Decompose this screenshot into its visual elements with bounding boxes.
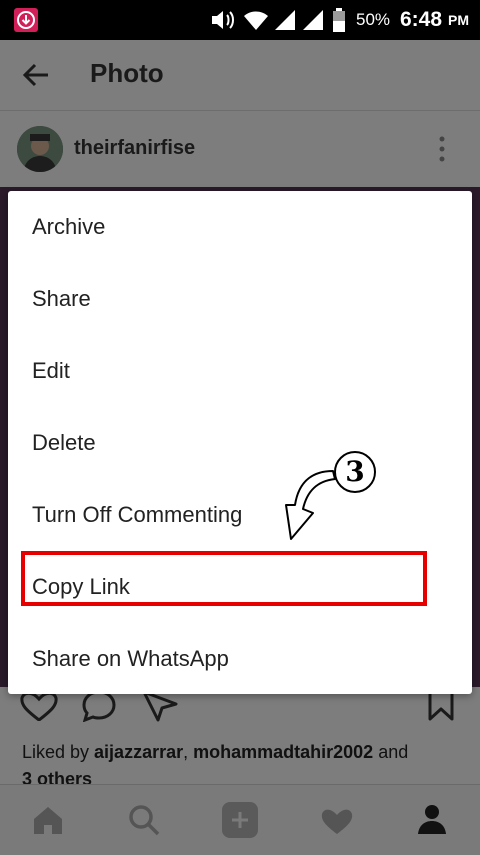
download-notification-icon <box>14 8 38 32</box>
comment-icon[interactable] <box>82 690 116 722</box>
send-icon[interactable] <box>142 690 178 722</box>
app-header: Photo <box>0 40 480 111</box>
status-bar: 50% 6:48 PM <box>0 0 480 40</box>
menu-item-share-on-whatsapp[interactable]: Share on WhatsApp <box>32 646 229 672</box>
post-actions: Liked by aijazzarrar, mohammadtahir2002 … <box>0 687 480 789</box>
home-icon[interactable] <box>32 805 64 835</box>
menu-item-delete[interactable]: Delete <box>32 430 96 456</box>
battery-percent: 50% <box>356 10 391 29</box>
liked-and: and <box>373 742 409 762</box>
back-arrow-icon[interactable] <box>22 62 50 88</box>
post-header: theirfanirfise <box>0 111 480 187</box>
menu-item-archive[interactable]: Archive <box>32 214 105 240</box>
copy-link-highlight-box <box>21 551 427 606</box>
liked-separator: , <box>183 742 194 762</box>
bottom-navigation <box>0 784 480 855</box>
signal-icon <box>275 10 295 30</box>
post-username[interactable]: theirfanirfise <box>74 137 195 160</box>
menu-item-share[interactable]: Share <box>32 286 91 312</box>
liked-user-2[interactable]: mohammadtahir2002 <box>193 742 373 762</box>
post-options-menu: Archive Share Edit Delete Turn Off Comme… <box>8 191 472 694</box>
page-title: Photo <box>90 58 164 88</box>
heart-icon[interactable] <box>320 807 354 835</box>
step-number-badge: 3 <box>334 451 376 493</box>
liked-user-1[interactable]: aijazzarrar <box>94 742 183 762</box>
add-icon[interactable] <box>222 802 258 838</box>
more-vertical-icon[interactable] <box>436 135 448 163</box>
signal-icon-2 <box>303 10 323 30</box>
battery-icon <box>333 8 345 32</box>
wifi-icon <box>244 11 268 30</box>
menu-item-turn-off-commenting[interactable]: Turn Off Commenting <box>32 502 242 528</box>
liked-prefix: Liked by <box>22 742 95 762</box>
volume-icon <box>212 11 234 29</box>
avatar[interactable] <box>17 126 63 172</box>
heart-outline-icon[interactable] <box>20 691 58 721</box>
curved-arrow-annotation-icon <box>285 470 336 540</box>
clock-ampm: PM <box>448 12 469 28</box>
menu-item-edit[interactable]: Edit <box>32 358 70 384</box>
profile-icon[interactable] <box>416 803 448 835</box>
clock-time: 6:48 <box>400 8 443 31</box>
search-icon[interactable] <box>128 804 160 836</box>
